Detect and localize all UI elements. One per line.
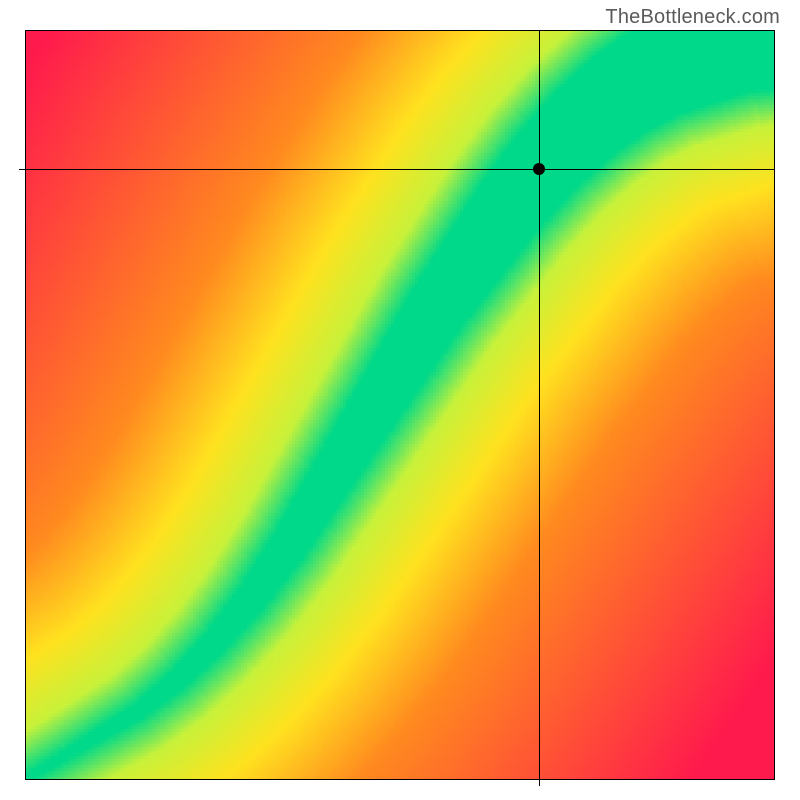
y-axis-tick — [19, 169, 25, 170]
x-axis-tick — [539, 780, 540, 786]
heatmap-canvas — [25, 30, 775, 780]
watermark-text: TheBottleneck.com — [605, 6, 780, 29]
chart-container: TheBottleneck.com — [0, 0, 800, 800]
heatmap-frame — [25, 30, 775, 780]
